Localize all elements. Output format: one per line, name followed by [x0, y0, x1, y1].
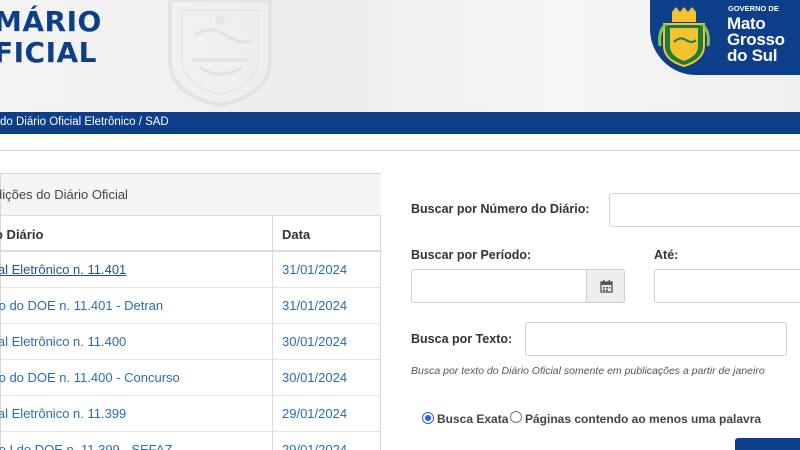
numero-diario-input[interactable] — [609, 193, 800, 227]
edition-date: 30/01/2024 — [282, 334, 348, 349]
table-row[interactable]: ial Eletrônico n. 11.401 31/01/2024 — [0, 252, 381, 288]
calendar-button[interactable] — [586, 269, 625, 303]
gov-logo-state-name: Mato Grosso do Sul — [727, 15, 785, 65]
radio-qualquer-palavra-label[interactable]: Páginas contendo ao menos uma palavra — [525, 412, 761, 426]
edition-link[interactable]: ial Eletrônico n. 11.399 — [0, 406, 126, 421]
table-row[interactable]: ial Eletrônico n. 11.399 29/01/2024 — [0, 396, 381, 432]
periodo-start-input[interactable] — [411, 269, 587, 303]
calendar-icon — [600, 280, 613, 293]
edition-link[interactable]: ial Eletrônico n. 11.401 — [0, 262, 126, 277]
column-header-diario: o Diário — [0, 216, 272, 252]
periodo-end-input[interactable] — [654, 269, 800, 303]
radio-busca-exata-label[interactable]: Busca Exata — [437, 412, 508, 426]
gov-logo-small-text: GOVERNO DE — [728, 4, 779, 13]
edition-date: 29/01/2024 — [282, 406, 348, 421]
texto-search-input[interactable] — [525, 322, 787, 356]
state-coat-of-arms-watermark-icon — [168, 0, 272, 108]
edition-date: 31/01/2024 — [282, 298, 348, 313]
divider — [0, 150, 800, 151]
site-header: MÁRIO FICIAL GOVERNO DE Mato Grosso do S… — [0, 0, 800, 112]
site-title-line2: FICIAL — [0, 36, 98, 69]
site-title-line1: MÁRIO — [0, 5, 102, 38]
edition-date: 30/01/2024 — [282, 370, 348, 385]
edition-date: 31/01/2024 — [282, 262, 348, 277]
state-seal-icon — [658, 7, 710, 68]
gov-logo-line3: do Sul — [727, 46, 778, 65]
breadcrumb-text: do Diário Oficial Eletrônico / SAD — [0, 116, 169, 128]
edition-link[interactable]: to do DOE n. 11.400 - Concurso — [0, 370, 180, 385]
edition-link[interactable]: to I do DOE n. 11.399 - SEFAZ — [0, 442, 173, 450]
periodo-label: Buscar por Período: — [411, 248, 532, 262]
texto-label: Busca por Texto: — [411, 332, 513, 346]
table-row[interactable]: to do DOE n. 11.400 - Concurso 30/01/202… — [0, 360, 381, 396]
radio-busca-exata[interactable] — [422, 412, 434, 424]
breadcrumb: do Diário Oficial Eletrônico / SAD — [0, 112, 800, 134]
table-row[interactable]: ial Eletrônico n. 11.400 30/01/2024 — [0, 324, 381, 360]
panel-heading: dições do Diário Oficial — [0, 174, 381, 216]
edition-date: 29/01/2024 — [282, 442, 348, 450]
radio-qualquer-palavra[interactable] — [510, 411, 522, 423]
editions-panel: dições do Diário Oficial o Diário Data i… — [0, 173, 381, 450]
governo-mato-grosso-do-sul-logo[interactable]: GOVERNO DE Mato Grosso do Sul — [650, 0, 800, 75]
column-header-diario-label: o Diário — [0, 227, 44, 242]
panel-heading-text: dições do Diário Oficial — [0, 187, 128, 202]
edition-link[interactable]: ial Eletrônico n. 11.400 — [0, 334, 126, 349]
site-title[interactable]: MÁRIO FICIAL — [0, 6, 102, 68]
edition-link[interactable]: to do DOE n. 11.401 - Detran — [0, 298, 163, 313]
column-header-data-label: Data — [282, 227, 311, 242]
search-submit-button[interactable] — [735, 438, 800, 450]
table-row[interactable]: to do DOE n. 11.401 - Detran 31/01/2024 — [0, 288, 381, 324]
table-row[interactable]: to I do DOE n. 11.399 - SEFAZ 29/01/2024 — [0, 432, 381, 450]
search-hint: Busca por texto do Diário Oficial soment… — [411, 365, 765, 377]
ate-label: Até: — [654, 248, 679, 262]
numero-label: Buscar por Número do Diário: — [411, 202, 590, 216]
column-header-data: Data — [273, 216, 381, 252]
